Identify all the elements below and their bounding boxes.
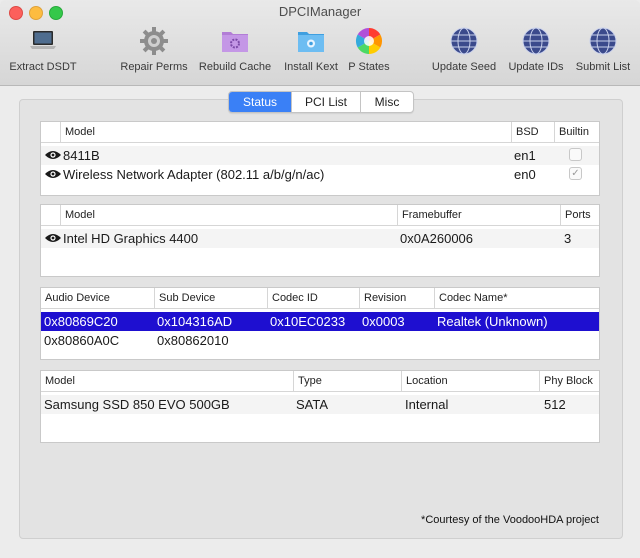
extract-dsdt-label: Extract DSDT — [9, 61, 77, 73]
window-title: DPCIManager — [278, 4, 362, 19]
column-header-codec-id[interactable]: Codec ID — [267, 288, 359, 308]
phy-block-cell: 512 — [544, 397, 566, 412]
gear-icon — [140, 27, 168, 55]
bsd-cell: en0 — [514, 167, 536, 182]
location-cell: Internal — [405, 397, 449, 412]
column-header-codec-name[interactable]: Codec Name* — [434, 288, 599, 308]
audio-table: Audio Device Sub Device Codec ID Revisio… — [40, 287, 600, 360]
tab-pci-list[interactable]: PCI List — [291, 92, 360, 112]
footer-note: *Courtesy of the VoodooHDA project — [421, 514, 599, 526]
model-cell: Wireless Network Adapter (802.11 a/b/g/n… — [63, 167, 325, 182]
column-header-model[interactable]: Model — [60, 122, 511, 142]
submit-list-label: Submit List — [575, 61, 631, 73]
table-header: Model Type Location Phy Block — [41, 371, 599, 392]
eye-icon[interactable] — [44, 168, 62, 180]
column-header-sub-device[interactable]: Sub Device — [154, 288, 267, 308]
extract-dsdt-button[interactable]: Extract DSDT — [4, 26, 82, 78]
folder-kext-icon — [298, 32, 324, 52]
column-header-type[interactable]: Type — [293, 371, 401, 391]
type-cell: SATA — [296, 397, 329, 412]
column-header-model[interactable]: Model — [60, 205, 397, 225]
p-states-label: P States — [348, 61, 390, 73]
table-row[interactable]: Samsung SSD 850 EVO 500GB SATA Internal … — [41, 395, 599, 414]
update-seed-button[interactable]: Update Seed — [428, 26, 500, 78]
table-row[interactable]: Wireless Network Adapter (802.11 a/b/g/n… — [41, 165, 599, 184]
storage-table: Model Type Location Phy Block Samsung SS… — [40, 370, 600, 443]
column-header-location[interactable]: Location — [401, 371, 539, 391]
update-ids-label: Update IDs — [508, 61, 564, 73]
table-header: Audio Device Sub Device Codec ID Revisio… — [41, 288, 599, 309]
column-header-audio-device[interactable]: Audio Device — [41, 288, 154, 308]
repair-perms-label: Repair Perms — [120, 61, 188, 73]
eye-icon[interactable] — [44, 149, 62, 161]
globe-icon — [522, 27, 550, 55]
sub-device-cell: 0x104316AD — [157, 314, 233, 329]
tab-status[interactable]: Status — [229, 92, 291, 112]
model-cell: 8411B — [63, 148, 100, 163]
eye-icon[interactable] — [44, 232, 62, 244]
globe-icon — [589, 27, 617, 55]
eye-column-header[interactable] — [41, 205, 60, 225]
column-header-revision[interactable]: Revision — [359, 288, 434, 308]
column-header-model[interactable]: Model — [41, 371, 293, 391]
repair-perms-button[interactable]: Repair Perms — [116, 26, 192, 78]
table-row[interactable]: 8411B en1 — [41, 146, 599, 165]
graphics-table: Model Framebuffer Ports Intel HD Graphic… — [40, 204, 600, 277]
column-header-framebuffer[interactable]: Framebuffer — [397, 205, 560, 225]
framebuffer-cell: 0x0A260006 — [400, 231, 474, 246]
table-header: Model Framebuffer Ports — [41, 205, 599, 226]
table-header: Model BSD Builtin — [41, 122, 599, 143]
column-header-bsd[interactable]: BSD — [511, 122, 554, 142]
rebuild-cache-button[interactable]: Rebuild Cache — [194, 26, 276, 78]
table-row-selected[interactable]: 0x80869C20 0x104316AD 0x10EC0233 0x0003 … — [41, 312, 599, 331]
sub-device-cell: 0x80862010 — [157, 333, 229, 348]
submit-list-button[interactable]: Submit List — [570, 26, 636, 78]
install-kext-label: Install Kext — [284, 61, 338, 73]
network-table: Model BSD Builtin 8411B en1 Wireless Net… — [40, 121, 600, 196]
update-ids-button[interactable]: Update IDs — [503, 26, 569, 78]
tab-misc[interactable]: Misc — [360, 92, 413, 112]
folder-gear-icon — [222, 32, 248, 52]
table-row[interactable]: Intel HD Graphics 4400 0x0A260006 3 — [41, 229, 599, 248]
eye-column-header[interactable] — [41, 122, 60, 142]
audio-device-cell: 0x80860A0C — [44, 333, 120, 348]
color-wheel-icon — [355, 27, 383, 55]
laptop-icon — [30, 31, 56, 49]
column-header-phy-block[interactable]: Phy Block — [539, 371, 599, 391]
column-header-ports[interactable]: Ports — [560, 205, 599, 225]
rebuild-cache-label: Rebuild Cache — [198, 61, 272, 73]
tab-bar: Status PCI List Misc — [228, 91, 414, 113]
builtin-checkbox[interactable] — [569, 148, 582, 161]
app-window: DPCIManager Extract DSDT Repair Perms Re… — [0, 0, 640, 558]
toolbar: DPCIManager Extract DSDT Repair Perms Re… — [0, 0, 640, 86]
bsd-cell: en1 — [514, 148, 536, 163]
audio-device-cell: 0x80869C20 — [44, 314, 118, 329]
revision-cell: 0x0003 — [362, 314, 405, 329]
globe-icon — [450, 27, 478, 55]
column-header-builtin[interactable]: Builtin — [554, 122, 599, 142]
update-seed-label: Update Seed — [431, 61, 497, 73]
builtin-checkbox[interactable]: ✓ — [569, 167, 582, 180]
codec-name-cell: Realtek (Unknown) — [437, 314, 548, 329]
codec-id-cell: 0x10EC0233 — [270, 314, 346, 329]
p-states-button[interactable]: P States — [343, 26, 395, 78]
table-row[interactable]: 0x80860A0C 0x80862010 — [41, 331, 599, 350]
ports-cell: 3 — [564, 231, 572, 246]
install-kext-button[interactable]: Install Kext — [279, 26, 343, 78]
model-cell: Intel HD Graphics 4400 — [63, 231, 199, 246]
model-cell: Samsung SSD 850 EVO 500GB — [44, 397, 230, 412]
